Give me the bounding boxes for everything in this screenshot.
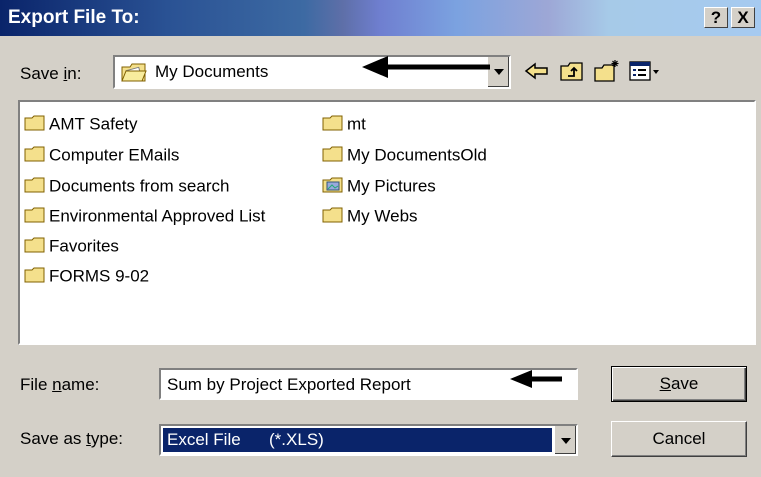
folder-icon — [24, 177, 45, 193]
folder-item[interactable]: AMT Safety — [24, 114, 138, 136]
folder-item[interactable]: Computer EMails — [24, 145, 179, 167]
save-in-label: Save in: — [20, 64, 82, 83]
save-as-type-label: Save as type: — [20, 429, 124, 448]
folder-item[interactable]: My Webs — [322, 206, 418, 228]
file-list[interactable]: AMT Safety Computer EMails Documents fro… — [18, 100, 756, 345]
folder-item[interactable]: My DocumentsOld — [322, 145, 487, 167]
folder-icon — [24, 146, 45, 162]
cancel-button[interactable]: Cancel — [611, 421, 747, 457]
annotation-arrow-left-icon — [362, 56, 490, 78]
save-button[interactable]: Save — [611, 366, 747, 402]
save-as-type-dropdown-button[interactable] — [554, 426, 576, 454]
save-as-type-dropdown[interactable]: Excel File (*.XLS) — [159, 424, 578, 456]
folder-icon — [322, 146, 343, 162]
save-in-dropdown-button[interactable] — [487, 57, 509, 87]
close-button[interactable]: X — [731, 7, 755, 28]
folder-icon — [24, 115, 45, 131]
folder-icon — [322, 207, 343, 223]
annotation-arrow-left-icon — [510, 370, 562, 388]
folder-item[interactable]: Environmental Approved List — [24, 206, 265, 228]
folder-item[interactable]: Favorites — [24, 236, 119, 258]
back-arrow-icon[interactable] — [523, 58, 551, 84]
help-button[interactable]: ? — [704, 7, 728, 28]
up-one-level-icon[interactable] — [558, 58, 586, 84]
title-bar[interactable]: Export File To: ? X — [0, 0, 761, 36]
save-in-value: My Documents — [155, 62, 269, 81]
view-menu-icon[interactable] — [628, 58, 662, 84]
file-name-label: File name: — [20, 375, 100, 394]
folder-icon — [24, 207, 45, 223]
folder-item[interactable]: mt — [322, 114, 366, 136]
pictures-folder-icon — [322, 177, 343, 193]
export-file-dialog: Export File To: ? X Save in: My Document… — [0, 0, 761, 477]
folder-icon — [322, 115, 343, 131]
window-title: Export File To: — [8, 7, 140, 28]
save-as-type-value: Excel File (*.XLS) — [163, 428, 552, 452]
folder-item[interactable]: Documents from search — [24, 176, 229, 198]
folder-item[interactable]: My Pictures — [322, 176, 436, 198]
new-folder-icon[interactable] — [593, 58, 621, 84]
my-documents-folder-icon — [121, 63, 147, 82]
folder-item[interactable]: FORMS 9-02 — [24, 266, 149, 288]
folder-icon — [24, 237, 45, 253]
folder-icon — [24, 267, 45, 283]
